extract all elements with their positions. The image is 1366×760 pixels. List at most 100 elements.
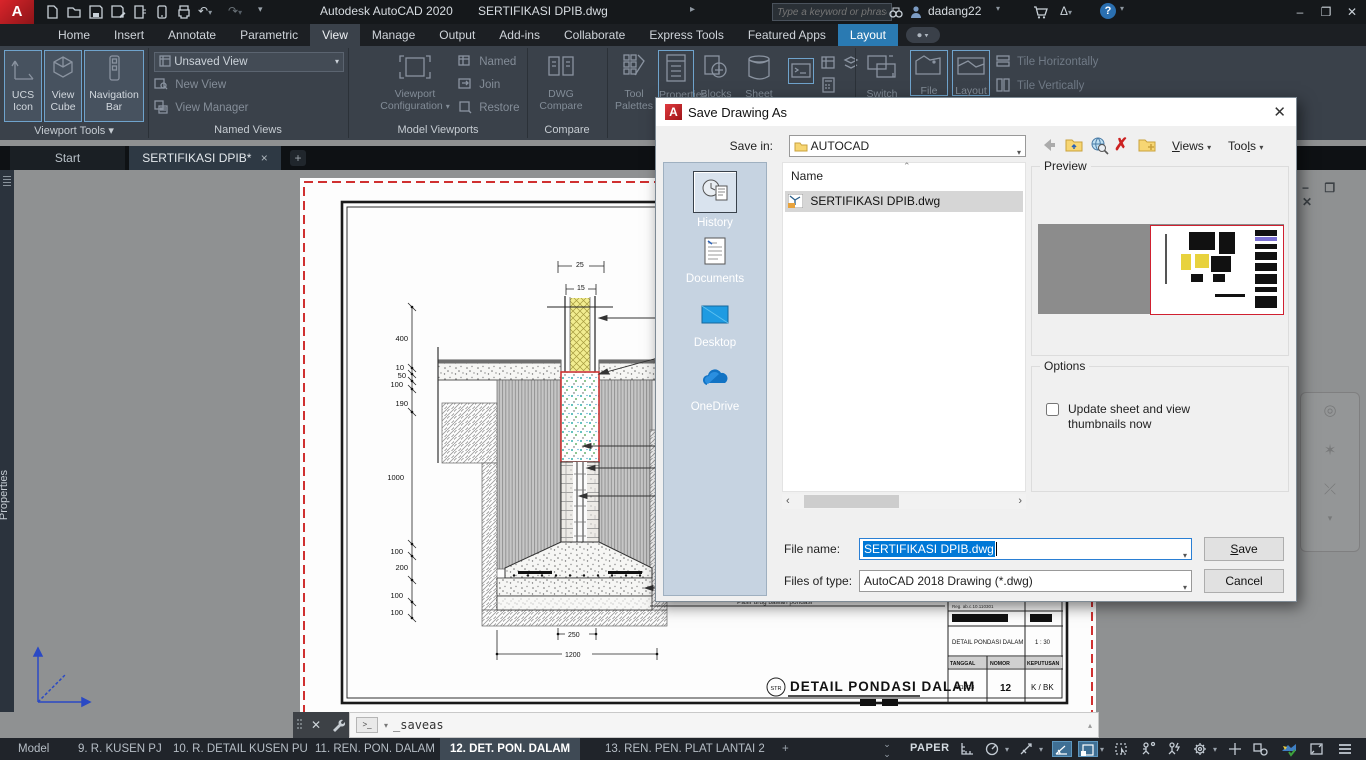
place-desktop[interactable]: Desktop	[664, 299, 766, 349]
minimize-button[interactable]: –	[1290, 4, 1310, 20]
properties-palette-strip[interactable]: Properties	[0, 170, 14, 712]
layout-tab-11[interactable]: 11. REN. PON. DALAM	[305, 738, 445, 760]
plot-sheet-icon[interactable]	[132, 4, 148, 20]
command-window-icon[interactable]	[788, 58, 814, 84]
layout-tab-9[interactable]: 9. R. KUSEN PJ	[68, 738, 172, 760]
tool-palettes-button[interactable]: Tool Palettes	[612, 50, 656, 122]
restore-button[interactable]: ❐	[1316, 4, 1336, 20]
undo-icon[interactable]: ↶▾	[198, 4, 212, 18]
cancel-button[interactable]: Cancel	[1204, 569, 1284, 593]
object-snap-icon[interactable]	[1078, 741, 1098, 757]
search-input[interactable]	[772, 3, 892, 21]
file-list-hscrollbar[interactable]: ‹ ›	[782, 494, 1026, 509]
dialog-close-icon[interactable]: ✕	[1273, 103, 1286, 121]
mobile-device-icon[interactable]	[154, 4, 170, 20]
place-history[interactable]: History	[664, 171, 766, 229]
back-icon[interactable]	[1039, 135, 1059, 157]
panel-label-compare[interactable]: Compare	[529, 124, 605, 138]
gear-dropdown-icon[interactable]: ▾	[1213, 745, 1217, 754]
tab-parametric[interactable]: Parametric	[228, 24, 310, 46]
panel-label-model-viewports[interactable]: Model Viewports	[350, 124, 526, 138]
tab-view[interactable]: View	[310, 24, 360, 46]
layout-overflow-icon[interactable]: ⌄ ⌄	[880, 739, 894, 759]
new-file-icon[interactable]	[44, 4, 60, 20]
redo-icon[interactable]: ↷▾	[228, 4, 242, 18]
palette-small-icon-1[interactable]	[820, 54, 838, 77]
palette-grip[interactable]	[3, 176, 11, 186]
file-name-input[interactable]: SERTIFIKASI DPIB.dwg ▾	[859, 538, 1192, 560]
search-web-icon[interactable]	[1089, 135, 1109, 157]
new-folder-icon[interactable]	[1137, 135, 1157, 157]
user-avatar-icon[interactable]	[908, 4, 924, 20]
navigation-bar-ghost[interactable]: ◎ ✶ ⤫ ▾	[1300, 392, 1360, 552]
autodesk-app-icon[interactable]: Δ▾	[1060, 4, 1072, 18]
restore-viewports-item[interactable]: Restore	[458, 100, 519, 118]
command-input[interactable]: >_ ▾ _saveas ▴	[349, 712, 1099, 738]
tools-menu[interactable]: Tools ▾	[1228, 135, 1263, 157]
up-one-level-icon[interactable]	[1064, 135, 1084, 157]
layout-tab-13[interactable]: 13. REN. PEN. PLAT LANTAI 2	[595, 738, 775, 760]
cart-icon[interactable]	[1032, 4, 1048, 20]
new-file-tab-button[interactable]: +	[290, 150, 306, 166]
scrollbar-thumb[interactable]	[804, 495, 899, 508]
scroll-right-icon[interactable]: ›	[1018, 494, 1022, 509]
polar-tracking-icon[interactable]	[1052, 741, 1072, 757]
command-history-icon[interactable]: ▾	[384, 721, 388, 730]
delete-icon[interactable]: ✗	[1114, 135, 1128, 157]
paper-space-toggle[interactable]: PAPER	[910, 742, 950, 754]
panel-label-viewport-tools[interactable]: Viewport Tools ▾	[4, 124, 144, 138]
snap-dropdown-icon[interactable]: ▾	[1005, 745, 1009, 754]
pan-hand-icon[interactable]: ✶	[1301, 441, 1359, 459]
file-tab-close-icon[interactable]: ×	[261, 151, 268, 165]
tab-collaborate[interactable]: Collaborate	[552, 24, 637, 46]
grid-display-icon[interactable]	[958, 741, 978, 757]
snap-mode-icon[interactable]	[984, 741, 1004, 757]
search-expand-icon[interactable]: ▸	[690, 4, 695, 15]
open-folder-icon[interactable]	[66, 4, 82, 20]
view-manager-item[interactable]: View Manager	[154, 100, 249, 118]
navigation-bar-toggle[interactable]: Navigation Bar	[84, 50, 144, 122]
file-list[interactable]: Name ⌃ SERTIFIKASI DPIB.dwg	[782, 161, 1026, 492]
print-icon[interactable]	[176, 4, 192, 20]
layout-tab-10[interactable]: 10. R. DETAIL KUSEN PU	[163, 738, 318, 760]
annotation-visibility-icon[interactable]	[1140, 741, 1160, 757]
viewport-window-controls[interactable]: − ❐ ✕	[1302, 181, 1366, 209]
panel-label-named-views[interactable]: Named Views	[150, 124, 346, 138]
ucs-icon-toggle[interactable]: UCS Icon	[4, 50, 42, 122]
viewport-configuration-button[interactable]: Viewport Configuration ▾	[376, 50, 454, 122]
tab-annotate[interactable]: Annotate	[156, 24, 228, 46]
tab-home[interactable]: Home	[46, 24, 102, 46]
files-of-type-combo[interactable]: AutoCAD 2018 Drawing (*.dwg) ▾	[859, 570, 1192, 592]
file-list-row-selected[interactable]: SERTIFIKASI DPIB.dwg	[785, 191, 1023, 212]
tab-layout[interactable]: Layout	[837, 24, 898, 46]
tab-addins[interactable]: Add-ins	[487, 24, 552, 46]
isolate-objects-icon[interactable]	[1252, 741, 1272, 757]
help-icon[interactable]: ?	[1100, 3, 1116, 19]
ribbon-display-icon[interactable]: ⏺ ▾	[905, 27, 940, 43]
save-icon[interactable]	[88, 4, 104, 20]
join-viewports-item[interactable]: Join	[458, 77, 500, 95]
calculator-icon[interactable]	[820, 76, 838, 99]
views-menu[interactable]: VViewsiews ▾	[1172, 135, 1211, 157]
new-view-item[interactable]: New View	[154, 77, 226, 95]
tab-output[interactable]: Output	[427, 24, 487, 46]
dialog-title-bar[interactable]: A Save Drawing As ✕	[656, 98, 1296, 126]
layout-tab-12-active[interactable]: 12. DET. PON. DALAM	[440, 738, 581, 760]
workspace-switch-icon[interactable]	[1226, 741, 1246, 757]
tab-insert[interactable]: Insert	[102, 24, 156, 46]
view-cube-toggle[interactable]: View Cube	[44, 50, 82, 122]
list-header-name[interactable]: Name	[791, 169, 823, 183]
layout-tab-model[interactable]: Model	[8, 738, 59, 760]
clean-screen-icon[interactable]	[1308, 741, 1328, 757]
save-button[interactable]: Save	[1204, 537, 1284, 561]
isodraft-dropdown-icon[interactable]: ▾	[1039, 745, 1043, 754]
save-in-combo[interactable]: AUTOCAD ▾	[789, 135, 1026, 157]
scroll-left-icon[interactable]: ‹	[786, 494, 790, 509]
help-dropdown-icon[interactable]: ▾	[1120, 4, 1124, 13]
command-prompt-icon[interactable]: >_	[356, 717, 378, 733]
command-customize-wrench-icon[interactable]	[327, 712, 349, 738]
named-viewports-item[interactable]: Named	[458, 54, 516, 72]
navbar-more-icon[interactable]: ▾	[1301, 513, 1359, 524]
save-as-icon[interactable]	[110, 4, 126, 20]
tab-express-tools[interactable]: Express Tools	[637, 24, 735, 46]
